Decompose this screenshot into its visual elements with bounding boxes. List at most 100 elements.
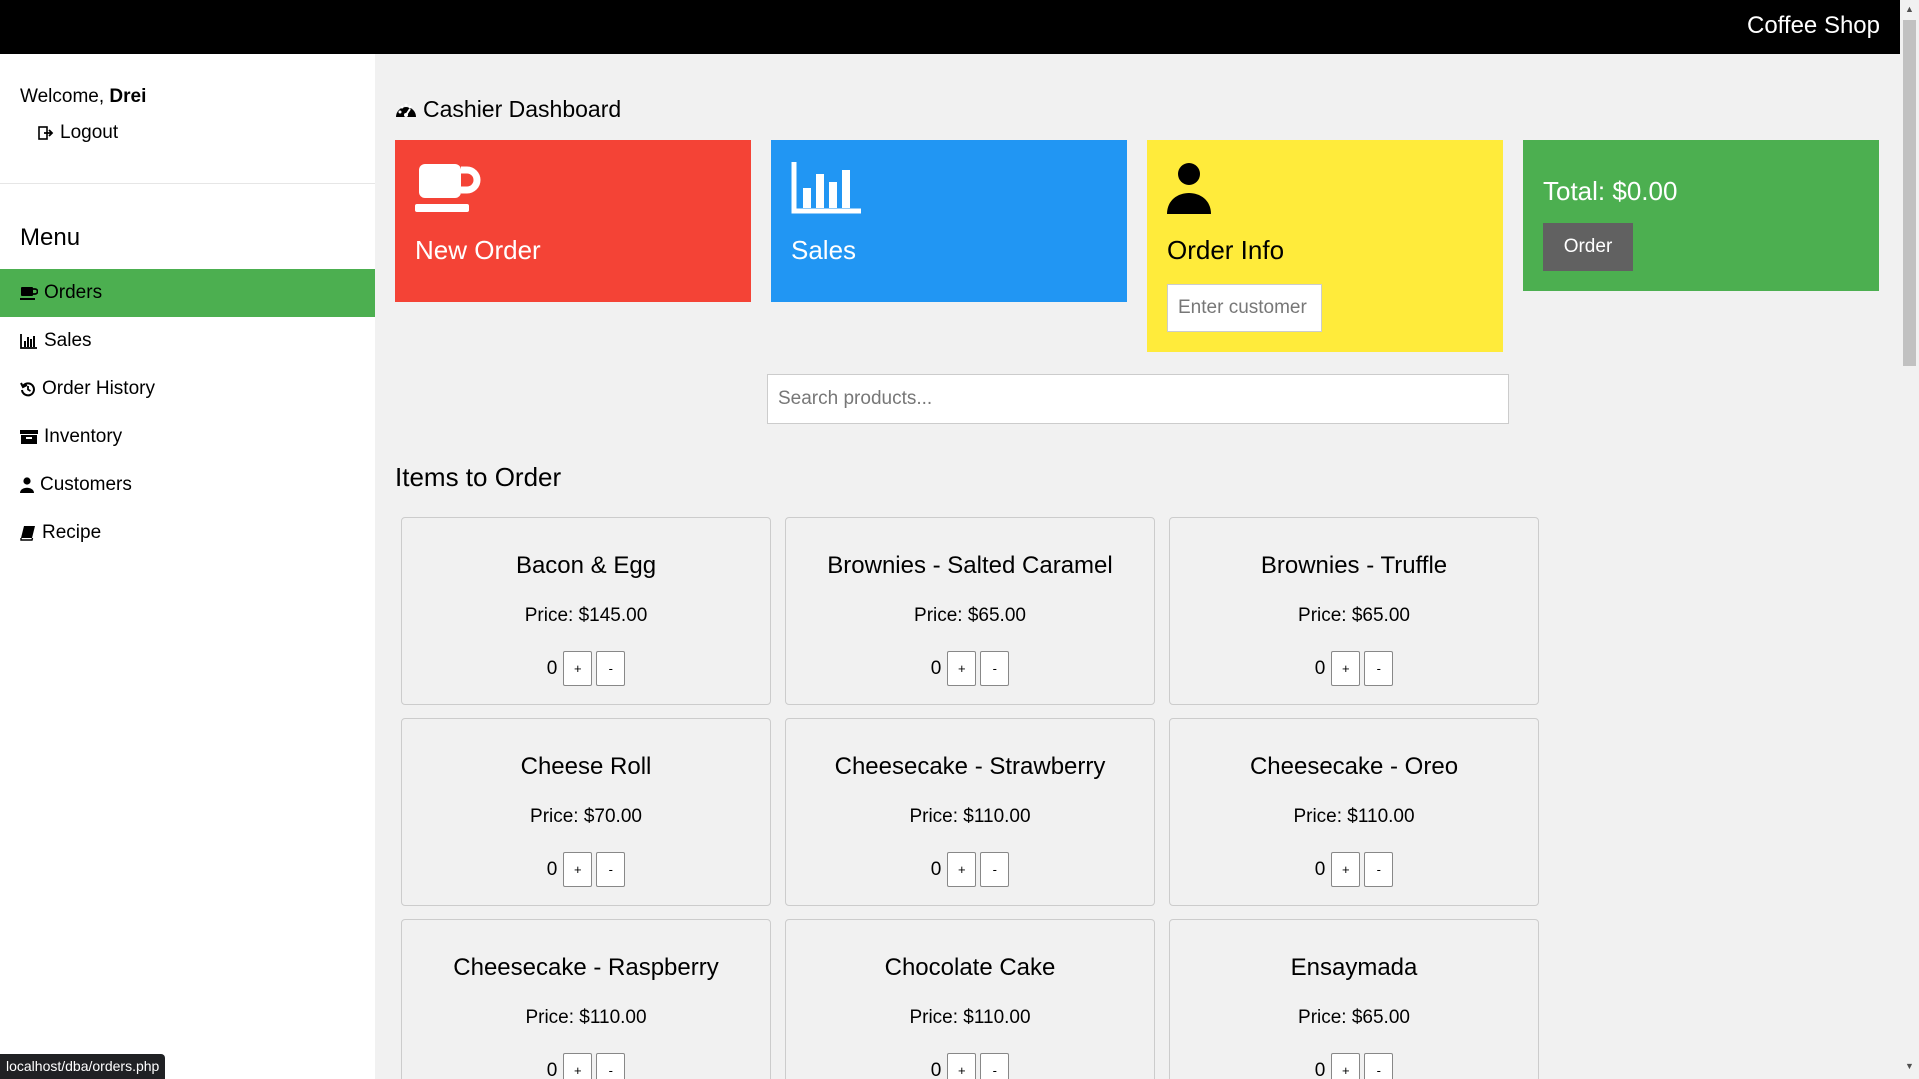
increment-button[interactable]: +: [1331, 852, 1361, 887]
user-name: Drei: [109, 86, 147, 107]
sidebar-menu: Orders Sales Order History Inventory Cus…: [0, 269, 375, 557]
product-card: Cheesecake - Strawberry Price: $110.00 0…: [785, 718, 1155, 906]
increment-button[interactable]: +: [947, 1053, 977, 1079]
product-card: Ensaymada Price: $65.00 0 + -: [1169, 919, 1539, 1079]
product-name: Bacon & Egg: [515, 552, 657, 579]
quantity-controls: 0 + -: [402, 651, 770, 686]
customer-input[interactable]: [1167, 284, 1322, 332]
increment-button[interactable]: +: [1331, 651, 1361, 686]
quantity-value: 0: [930, 858, 942, 880]
scrollbar-thumb[interactable]: [1903, 20, 1916, 366]
order-info-card: Order Info: [1147, 140, 1503, 352]
sales-label: Sales: [791, 235, 857, 265]
logout-link[interactable]: Logout: [38, 122, 118, 144]
decrement-button[interactable]: -: [980, 1053, 1010, 1079]
product-name: Cheesecake - Oreo: [1249, 753, 1459, 780]
sidebar: Welcome, Drei Logout Menu Orders Sales O…: [0, 54, 375, 1079]
increment-button[interactable]: +: [563, 1053, 593, 1079]
sales-card[interactable]: Sales: [771, 140, 1127, 302]
items-section-title: Items to Order: [395, 462, 562, 492]
quantity-value: 0: [546, 858, 558, 880]
order-info-label: Order Info: [1167, 235, 1285, 265]
product-search-input[interactable]: [767, 374, 1509, 424]
product-name: Ensaymada: [1290, 954, 1418, 981]
decrement-button[interactable]: -: [980, 651, 1010, 686]
sidebar-item-label: Inventory: [44, 426, 123, 447]
decrement-button[interactable]: -: [596, 651, 626, 686]
welcome-message: Welcome, Drei: [20, 86, 146, 108]
increment-button[interactable]: +: [563, 852, 593, 887]
quantity-value: 0: [930, 1059, 942, 1079]
product-card: Chocolate Cake Price: $110.00 0 + -: [785, 919, 1155, 1079]
coffee-cup-icon: [415, 162, 481, 214]
product-price: Price: $110.00: [909, 1007, 1031, 1028]
product-card: Cheesecake - Raspberry Price: $110.00 0 …: [401, 919, 771, 1079]
main-content: Cashier Dashboard New Order Sales Order …: [375, 54, 1900, 1079]
quantity-value: 0: [1314, 1059, 1326, 1079]
brand-title[interactable]: Coffee Shop: [1747, 12, 1880, 40]
welcome-prefix: Welcome,: [20, 86, 105, 107]
scroll-down-arrow-icon[interactable]: ▼: [1900, 1061, 1919, 1075]
decrement-button[interactable]: -: [1364, 1053, 1394, 1079]
product-name: Chocolate Cake: [884, 954, 1056, 981]
bar-chart-icon: [20, 333, 38, 349]
user-icon: [20, 477, 34, 493]
new-order-card[interactable]: New Order: [395, 140, 751, 302]
product-price: Price: $110.00: [525, 1007, 647, 1028]
increment-button[interactable]: +: [947, 651, 977, 686]
decrement-button[interactable]: -: [596, 1053, 626, 1079]
sidebar-item-orders[interactable]: Orders: [0, 269, 375, 317]
sidebar-item-order-history[interactable]: Order History: [0, 365, 375, 413]
decrement-button[interactable]: -: [980, 852, 1010, 887]
quantity-controls: 0 + -: [1170, 852, 1538, 887]
quantity-controls: 0 + -: [786, 1053, 1154, 1079]
product-price: Price: $65.00: [914, 605, 1026, 626]
quantity-value: 0: [930, 657, 942, 679]
sidebar-divider: [0, 183, 375, 184]
product-name: Cheesecake - Strawberry: [834, 753, 1106, 780]
decrement-button[interactable]: -: [1364, 852, 1394, 887]
status-bar-url: localhost/dba/orders.php: [0, 1054, 166, 1079]
increment-button[interactable]: +: [1331, 1053, 1361, 1079]
page-title: Cashier Dashboard: [395, 96, 621, 123]
quantity-value: 0: [1314, 858, 1326, 880]
quantity-value: 0: [546, 1059, 558, 1079]
product-card: Bacon & Egg Price: $145.00 0 + -: [401, 517, 771, 705]
quantity-controls: 0 + -: [786, 651, 1154, 686]
sidebar-item-label: Order History: [42, 378, 155, 399]
quantity-controls: 0 + -: [786, 852, 1154, 887]
sidebar-item-label: Recipe: [42, 522, 102, 543]
decrement-button[interactable]: -: [1364, 651, 1394, 686]
quantity-controls: 0 + -: [402, 1053, 770, 1079]
sidebar-item-label: Orders: [44, 282, 103, 303]
product-card: Cheesecake - Oreo Price: $110.00 0 + -: [1169, 718, 1539, 906]
product-name: Cheese Roll: [520, 753, 652, 780]
sidebar-item-inventory[interactable]: Inventory: [0, 413, 375, 461]
sidebar-item-customers[interactable]: Customers: [0, 461, 375, 509]
product-grid: Bacon & Egg Price: $145.00 0 + - Brownie…: [401, 517, 1541, 1079]
total-card: Total: $0.00 Order: [1523, 140, 1879, 291]
menu-title: Menu: [20, 224, 81, 251]
order-button[interactable]: Order: [1543, 223, 1633, 271]
quantity-value: 0: [1314, 657, 1326, 679]
total-amount: Total: $0.00: [1543, 176, 1678, 206]
increment-button[interactable]: +: [563, 651, 593, 686]
quantity-value: 0: [546, 657, 558, 679]
product-price: Price: $65.00: [1298, 605, 1410, 626]
product-price: Price: $70.00: [530, 806, 642, 827]
decrement-button[interactable]: -: [596, 852, 626, 887]
logout-label: Logout: [60, 122, 119, 143]
product-price: Price: $110.00: [1293, 806, 1415, 827]
scroll-up-arrow-icon[interactable]: ▲: [1900, 4, 1919, 18]
increment-button[interactable]: +: [947, 852, 977, 887]
page-title-text: Cashier Dashboard: [423, 96, 622, 122]
dashboard-icon: [395, 101, 417, 119]
vertical-scrollbar[interactable]: ▲ ▼: [1900, 0, 1919, 1079]
sidebar-item-label: Sales: [44, 330, 92, 351]
coffee-icon: [20, 285, 38, 301]
sidebar-item-sales[interactable]: Sales: [0, 317, 375, 365]
archive-icon: [20, 429, 38, 445]
product-price: Price: $145.00: [524, 605, 648, 626]
product-card: Brownies - Truffle Price: $65.00 0 + -: [1169, 517, 1539, 705]
sidebar-item-recipe[interactable]: Recipe: [0, 509, 375, 557]
